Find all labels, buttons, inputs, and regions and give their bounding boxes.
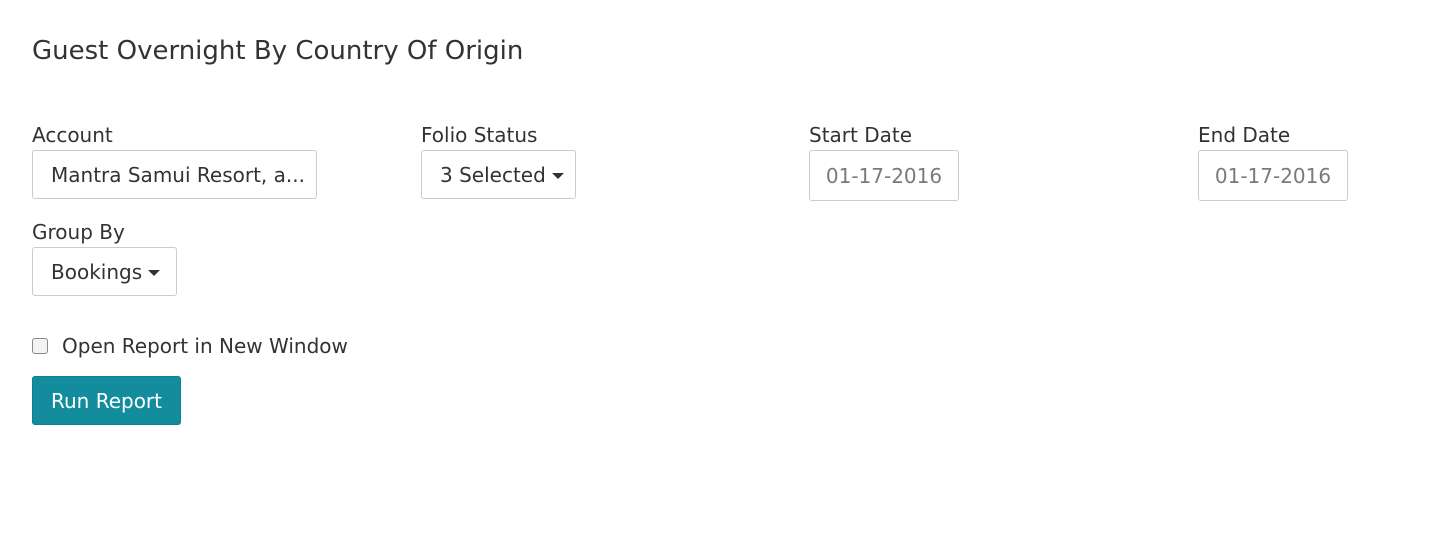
folio-status-field: Folio Status 3 Selected <box>421 123 576 199</box>
start-date-field: Start Date 01-17-2016 <box>809 123 959 201</box>
group-by-value: Bookings <box>51 259 143 284</box>
run-report-button[interactable]: Run Report <box>32 376 181 425</box>
end-date-input[interactable]: 01-17-2016 <box>1198 150 1348 201</box>
folio-status-dropdown[interactable]: 3 Selected <box>421 150 576 199</box>
end-date-field: End Date 01-17-2016 <box>1198 123 1348 201</box>
caret-down-icon <box>551 172 564 179</box>
folio-status-label: Folio Status <box>421 123 538 147</box>
account-value: Mantra Samui Resort, a... <box>51 162 305 187</box>
caret-down-icon <box>148 269 161 276</box>
start-date-input[interactable]: 01-17-2016 <box>809 150 959 201</box>
open-new-window-label[interactable]: Open Report in New Window <box>62 333 348 359</box>
account-select[interactable]: Mantra Samui Resort, a... <box>32 150 317 199</box>
group-by-dropdown[interactable]: Bookings <box>32 247 177 296</box>
open-new-window-checkbox[interactable] <box>32 338 48 354</box>
start-date-label: Start Date <box>809 123 913 147</box>
account-field: Account Mantra Samui Resort, a... <box>32 123 317 199</box>
account-label: Account <box>32 123 113 147</box>
group-by-field: Group By Bookings <box>32 220 177 296</box>
end-date-value: 01-17-2016 <box>1214 163 1332 188</box>
open-new-window-option: Open Report in New Window <box>32 333 348 359</box>
start-date-value: 01-17-2016 <box>825 163 943 188</box>
group-by-label: Group By <box>32 220 125 244</box>
page-title: Guest Overnight By Country Of Origin <box>32 36 524 66</box>
report-page: Guest Overnight By Country Of Origin Acc… <box>0 0 1435 560</box>
end-date-label: End Date <box>1198 123 1291 147</box>
folio-status-value: 3 Selected <box>440 162 546 187</box>
